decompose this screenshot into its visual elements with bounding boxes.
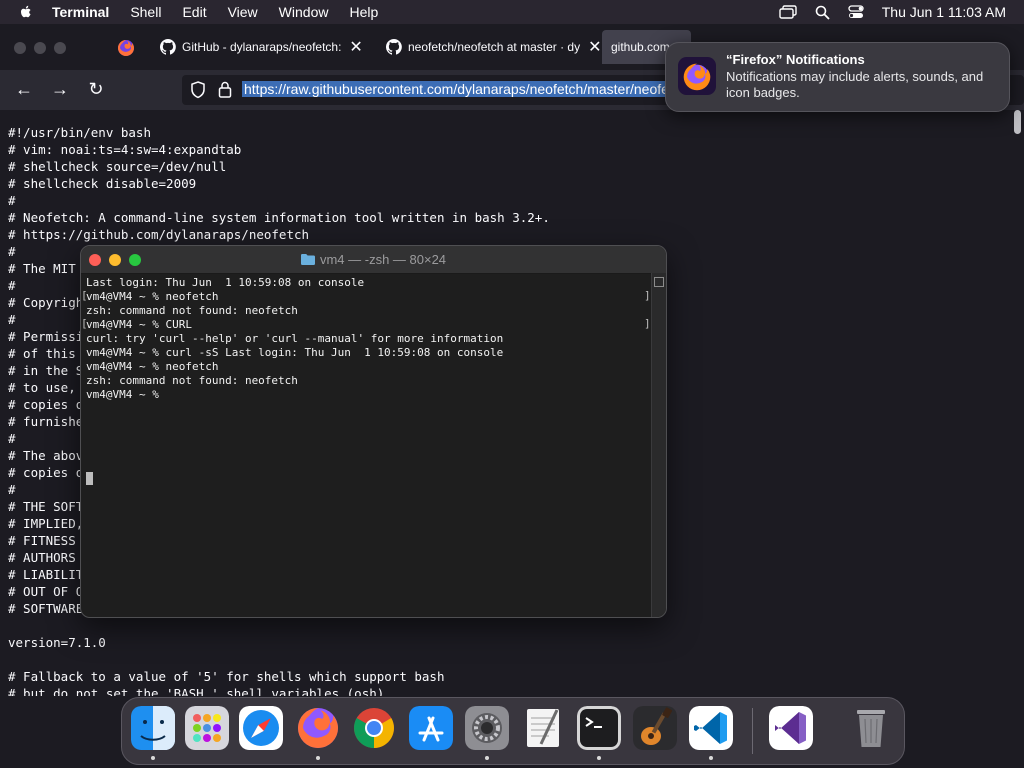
github-icon	[386, 39, 402, 55]
running-indicator	[597, 756, 601, 760]
tab-close-icon[interactable]: ✕	[349, 37, 362, 57]
page-scrollbar[interactable]	[1012, 110, 1024, 696]
pinned-tab-firefox-icon[interactable]	[116, 38, 136, 58]
tab-neofetch-master[interactable]: neofetch/neofetch at master · dy ✕	[386, 30, 602, 64]
menu-clock[interactable]: Thu Jun 1 11:03 AM	[882, 4, 1006, 20]
tab-label: neofetch/neofetch at master · dy	[408, 40, 581, 54]
firefox-icon	[678, 57, 716, 95]
notification-body: Notifications may include alerts, sounds…	[726, 69, 984, 100]
github-icon	[160, 39, 176, 55]
menu-window[interactable]: Window	[279, 4, 329, 20]
forward-arrow-icon[interactable]: →	[49, 78, 71, 100]
trash-icon[interactable]	[849, 706, 893, 750]
menu-app-name[interactable]: Terminal	[52, 4, 109, 20]
vscode-icon[interactable]	[689, 706, 733, 750]
terminal-cursor	[86, 472, 93, 485]
app-store-icon[interactable]	[409, 706, 453, 750]
browser-close-button[interactable]	[14, 42, 26, 54]
control-center-icon[interactable]	[848, 5, 864, 19]
running-indicator	[316, 756, 320, 760]
spotlight-search-icon[interactable]	[815, 5, 830, 20]
browser-zoom-button[interactable]	[54, 42, 66, 54]
reload-icon[interactable]: ↻	[85, 78, 107, 100]
launchpad-icon[interactable]	[185, 706, 229, 750]
terminal-output[interactable]: Last login: Thu Jun 1 10:59:08 on consol…	[86, 276, 503, 402]
url-text[interactable]: https://raw.githubusercontent.com/dylana…	[242, 81, 666, 97]
menu-edit[interactable]: Edit	[182, 4, 206, 20]
page-scrollbar-thumb[interactable]	[1014, 110, 1021, 134]
garageband-icon[interactable]	[633, 706, 677, 750]
tab-close-icon[interactable]: ✕	[588, 37, 601, 57]
tab-label: GitHub - dylanaraps/neofetch:	[182, 40, 342, 54]
screen-mirroring-icon[interactable]	[779, 5, 797, 19]
terminal-window[interactable]: vm4 — -zsh — 80×24 Last login: Thu Jun 1…	[80, 245, 667, 618]
terminal-title-bar[interactable]: vm4 — -zsh — 80×24	[81, 246, 666, 274]
folder-icon	[300, 254, 315, 265]
chrome-icon[interactable]	[352, 706, 396, 750]
safari-icon[interactable]	[239, 706, 283, 750]
tab-github-neofetch[interactable]: GitHub - dylanaraps/neofetch: ✕	[160, 30, 363, 64]
terminal-title: vm4 — -zsh — 80×24	[81, 246, 666, 273]
menu-help[interactable]: Help	[349, 4, 378, 20]
menu-bar: Terminal Shell Edit View Window Help Thu…	[0, 0, 1024, 24]
system-preferences-icon[interactable]	[465, 706, 509, 750]
back-arrow-icon[interactable]: ←	[13, 78, 35, 100]
running-indicator	[709, 756, 713, 760]
dock-separator	[752, 708, 753, 754]
terminal-mark-bracket: ]	[644, 317, 651, 330]
terminal-mark-bracket: [	[81, 317, 88, 330]
lock-icon[interactable]	[218, 81, 232, 98]
browser-minimize-button[interactable]	[34, 42, 46, 54]
tracking-protection-shield-icon[interactable]	[190, 81, 206, 99]
terminal-icon[interactable]	[577, 706, 621, 750]
terminal-scrollbar[interactable]	[651, 273, 666, 617]
firefox-icon[interactable]	[296, 706, 340, 750]
dock	[121, 697, 905, 765]
textedit-icon[interactable]	[521, 706, 565, 750]
firefox-notification-banner[interactable]: “Firefox” Notifications Notifications ma…	[665, 42, 1010, 112]
notification-title: “Firefox” Notifications	[726, 52, 865, 67]
menu-view[interactable]: View	[228, 4, 258, 20]
terminal-mark-bracket: [	[81, 289, 88, 302]
terminal-title-text: vm4 — -zsh — 80×24	[319, 252, 447, 267]
menu-shell[interactable]: Shell	[130, 4, 161, 20]
running-indicator	[485, 756, 489, 760]
terminal-scrollbar-gripper[interactable]	[654, 277, 664, 287]
running-indicator	[151, 756, 155, 760]
apple-menu-icon[interactable]	[18, 4, 34, 20]
terminal-mark-bracket: ]	[644, 289, 651, 302]
finder-icon[interactable]	[131, 706, 175, 750]
tab-label: github.com	[611, 40, 670, 54]
visual-studio-icon[interactable]	[769, 706, 813, 750]
